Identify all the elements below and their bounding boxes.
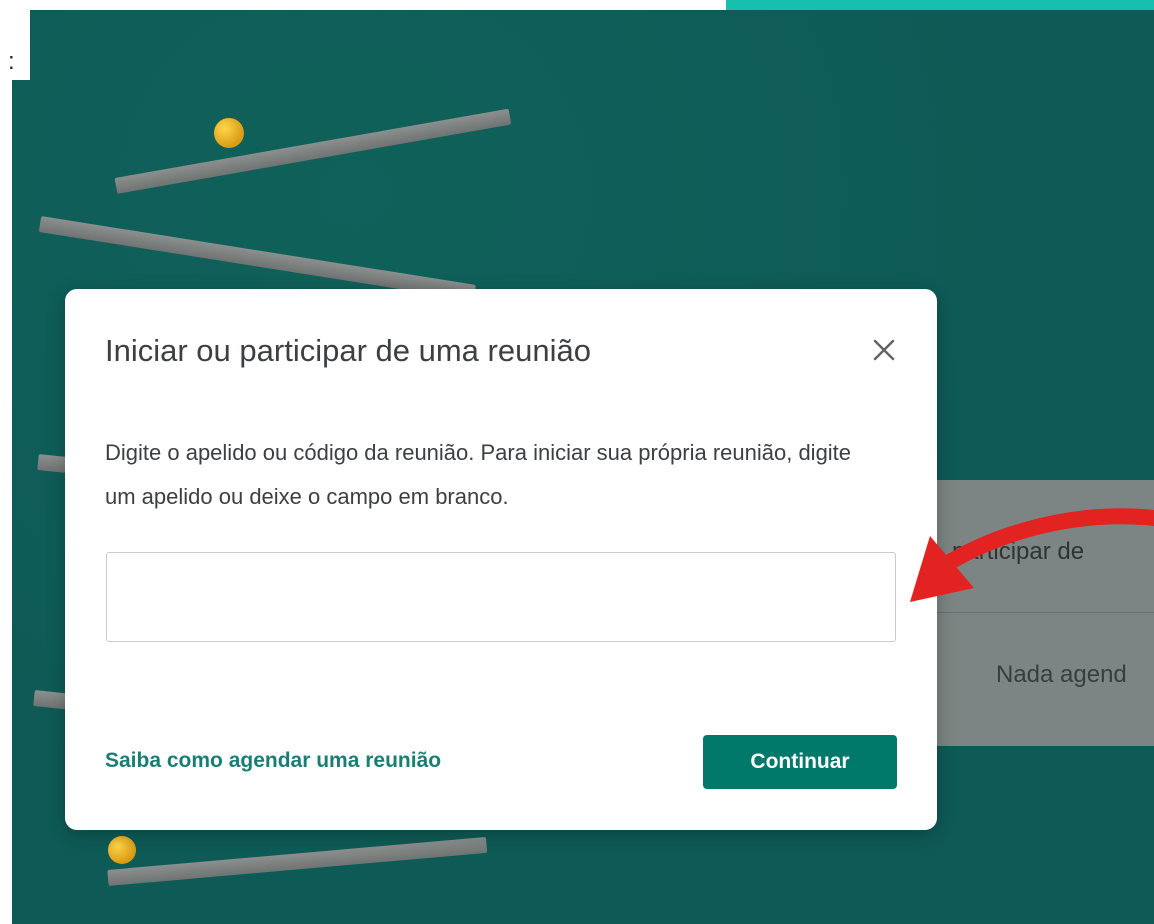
dialog-description: Digite o apelido ou código da reunião. P… [105,440,852,509]
corner-text: : [8,48,15,75]
meeting-code-input[interactable] [106,552,896,642]
page: : participar de Nada agend Iniciar ou pa… [0,0,1154,924]
learn-schedule-link[interactable]: Saiba como agendar uma reunião [105,749,441,773]
background-card-empty-text: Nada agend [996,661,1127,688]
illustration-ball [108,836,136,864]
top-accent-strip [726,0,1154,10]
illustration-ball [214,118,244,148]
close-icon [873,339,895,361]
dialog-title: Iniciar ou participar de uma reunião [105,333,591,368]
red-arrow-icon [910,508,1154,602]
join-meeting-dialog: Iniciar ou participar de uma reunião Dig… [65,289,937,830]
continue-button[interactable]: Continuar [703,735,897,789]
close-button[interactable] [867,333,901,367]
